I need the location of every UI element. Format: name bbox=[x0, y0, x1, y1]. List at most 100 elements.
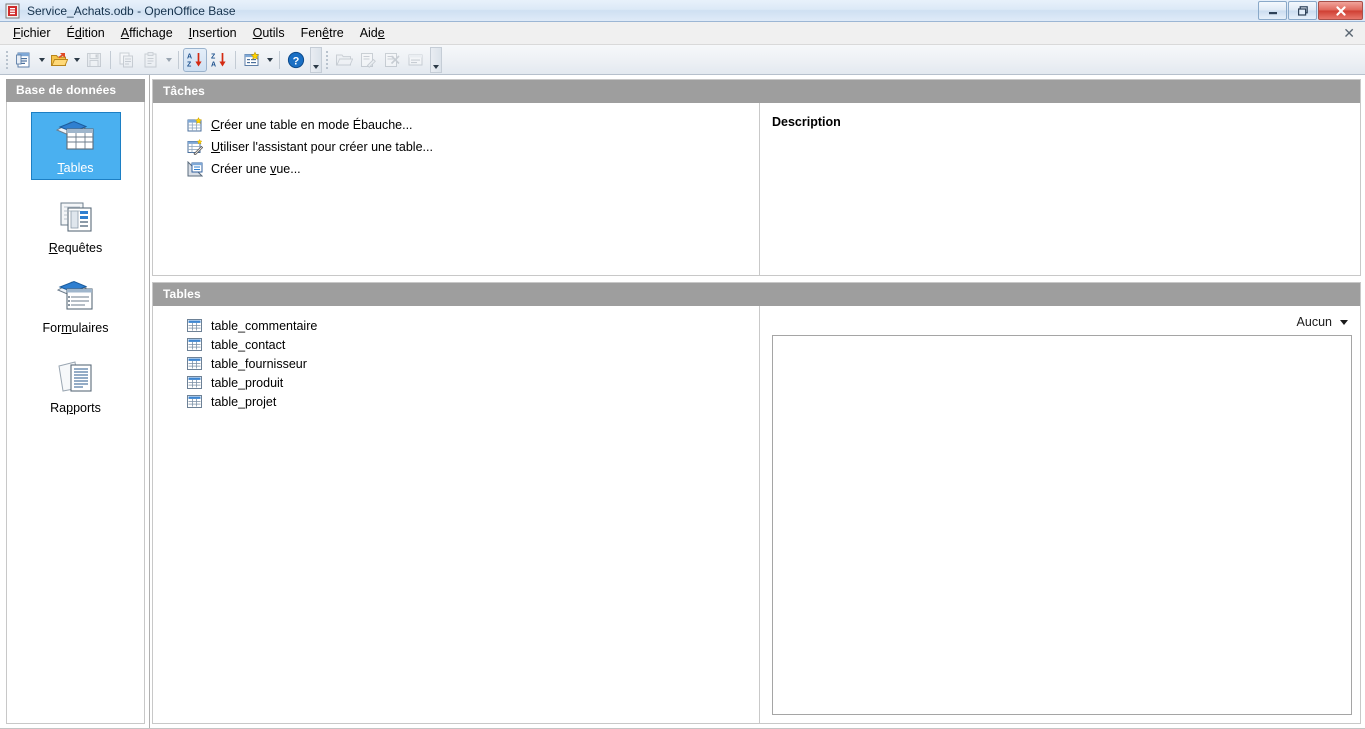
window-titlebar: Service_Achats.odb - OpenOffice Base bbox=[0, 0, 1365, 22]
table-list-item[interactable]: table_produit bbox=[187, 373, 759, 392]
toolbar-separator bbox=[235, 50, 236, 69]
menu-insertion[interactable]: Insertion bbox=[181, 23, 245, 43]
create-view-icon bbox=[187, 160, 204, 177]
tables-list: table_commentaire table_contact table_fo… bbox=[153, 306, 760, 723]
toolbar-overflow-button-2[interactable] bbox=[430, 46, 442, 73]
sidebar-items: Tables Requêtes Formulaires Rapports bbox=[6, 102, 145, 724]
form-new-icon[interactable] bbox=[240, 48, 264, 72]
main-toolbar: A Z Z A ? bbox=[0, 45, 1365, 75]
svg-text:A: A bbox=[187, 53, 192, 60]
table-list-item[interactable]: table_projet bbox=[187, 392, 759, 411]
sort-descending-icon[interactable]: Z A bbox=[207, 48, 231, 72]
sidebar-item-label-rapports: Rapports bbox=[50, 401, 101, 415]
edit-object-icon bbox=[356, 48, 380, 72]
sort-ascending-icon[interactable]: A Z bbox=[183, 47, 207, 72]
copy-icon bbox=[115, 48, 139, 72]
maximize-button[interactable] bbox=[1288, 1, 1317, 20]
tables-body: table_commentaire table_contact table_fo… bbox=[153, 306, 1360, 723]
reports-icon bbox=[55, 359, 97, 397]
tasks-list: Créer une table en mode Ébauche... Utili… bbox=[153, 103, 760, 275]
new-document-dropdown-icon[interactable] bbox=[36, 48, 47, 72]
table-list-item[interactable]: table_fournisseur bbox=[187, 354, 759, 373]
menu-fenetre[interactable]: Fenêtre bbox=[293, 23, 352, 43]
table-name: table_commentaire bbox=[211, 318, 318, 333]
table-name: table_produit bbox=[211, 375, 284, 390]
toolbar-separator bbox=[178, 50, 179, 69]
description-title: Description bbox=[772, 115, 841, 129]
open-document-icon[interactable] bbox=[47, 48, 71, 72]
paste-dropdown-icon bbox=[163, 48, 174, 72]
queries-icon bbox=[55, 199, 97, 237]
sidebar-header: Base de données bbox=[6, 79, 145, 102]
table-list-item[interactable]: table_commentaire bbox=[187, 316, 759, 335]
svg-text:A: A bbox=[211, 61, 216, 68]
task-label-create-table-design: Créer une table en mode Ébauche... bbox=[211, 118, 413, 132]
task-create-view[interactable]: Créer une vue... bbox=[187, 160, 759, 177]
open-database-object-icon bbox=[332, 48, 356, 72]
new-document-icon[interactable] bbox=[12, 48, 36, 72]
sidebar-item-label-tables: Tables bbox=[57, 161, 94, 175]
menu-affichage[interactable]: Affichage bbox=[113, 23, 181, 43]
content-area: Tâches Créer une table en mode Ébauche..… bbox=[150, 75, 1365, 728]
sidebar-item-requetes[interactable]: Requêtes bbox=[31, 192, 121, 260]
task-label-table-wizard: Utiliser l'assistant pour créer une tabl… bbox=[211, 140, 433, 154]
preview-content-area bbox=[772, 335, 1352, 715]
toolbar-separator bbox=[279, 50, 280, 69]
sidebar-item-formulaires[interactable]: Formulaires bbox=[31, 272, 121, 340]
menu-fichier[interactable]: Fichier bbox=[5, 23, 59, 43]
toolbar-separator bbox=[110, 50, 111, 69]
delete-object-icon bbox=[380, 48, 404, 72]
table-name: table_contact bbox=[211, 337, 286, 352]
table-list-item[interactable]: table_contact bbox=[187, 335, 759, 354]
table-name: table_projet bbox=[211, 394, 277, 409]
preview-selector-label: Aucun bbox=[1296, 315, 1332, 329]
tasks-header: Tâches bbox=[153, 80, 1360, 103]
task-label-create-view: Créer une vue... bbox=[211, 162, 301, 176]
main-area: Base de données Tables Requêtes Formulai… bbox=[0, 75, 1365, 728]
tasks-body: Créer une table en mode Ébauche... Utili… bbox=[153, 103, 1360, 275]
menubar: Fichier Édition Affichage Insertion Outi… bbox=[0, 22, 1365, 45]
close-document-icon[interactable]: ✕ bbox=[1343, 25, 1355, 42]
paste-icon bbox=[139, 48, 163, 72]
base-document-icon bbox=[5, 3, 21, 19]
table-wizard-icon bbox=[187, 138, 204, 156]
close-button[interactable] bbox=[1318, 1, 1363, 20]
table-icon bbox=[187, 338, 202, 351]
rename-object-icon bbox=[404, 48, 428, 72]
table-icon bbox=[187, 376, 202, 389]
form-new-dropdown-icon[interactable] bbox=[264, 48, 275, 72]
tables-section: Tables table_commentaire table_contact t… bbox=[152, 282, 1361, 724]
toolbar-grip-2[interactable] bbox=[324, 48, 330, 71]
sidebar-item-label-requetes: Requêtes bbox=[48, 241, 103, 255]
toolbar-grip[interactable] bbox=[4, 48, 10, 71]
tables-header: Tables bbox=[153, 283, 1360, 306]
create-table-design-icon bbox=[187, 117, 203, 133]
table-icon bbox=[187, 395, 202, 408]
table-name: table_fournisseur bbox=[211, 356, 307, 371]
minimize-button[interactable] bbox=[1258, 1, 1287, 20]
svg-text:?: ? bbox=[293, 55, 300, 67]
menu-aide[interactable]: Aide bbox=[352, 23, 393, 43]
preview-panel: Aucun bbox=[760, 306, 1360, 723]
svg-text:Z: Z bbox=[187, 61, 192, 68]
menu-edition[interactable]: Édition bbox=[59, 23, 113, 43]
chevron-down-icon[interactable] bbox=[1340, 319, 1348, 325]
sidebar-item-rapports[interactable]: Rapports bbox=[31, 352, 121, 420]
sidebar-item-label-formulaires: Formulaires bbox=[42, 321, 109, 335]
sidebar-item-tables[interactable]: Tables bbox=[30, 112, 121, 180]
table-icon bbox=[187, 319, 202, 332]
save-icon bbox=[82, 48, 106, 72]
preview-selector[interactable]: Aucun bbox=[772, 310, 1356, 335]
task-table-wizard[interactable]: Utiliser l'assistant pour créer une tabl… bbox=[187, 138, 759, 156]
task-create-table-design[interactable]: Créer une table en mode Ébauche... bbox=[187, 117, 759, 133]
window-controls bbox=[1258, 1, 1363, 20]
help-icon[interactable]: ? bbox=[284, 48, 308, 72]
svg-text:Z: Z bbox=[211, 53, 216, 60]
tasks-section: Tâches Créer une table en mode Ébauche..… bbox=[152, 79, 1361, 276]
toolbar-overflow-button[interactable] bbox=[310, 46, 322, 73]
table-icon bbox=[187, 357, 202, 370]
tables-icon bbox=[55, 119, 97, 157]
database-sidebar: Base de données Tables Requêtes Formulai… bbox=[0, 75, 150, 728]
open-document-dropdown-icon[interactable] bbox=[71, 48, 82, 72]
menu-outils[interactable]: Outils bbox=[245, 23, 293, 43]
